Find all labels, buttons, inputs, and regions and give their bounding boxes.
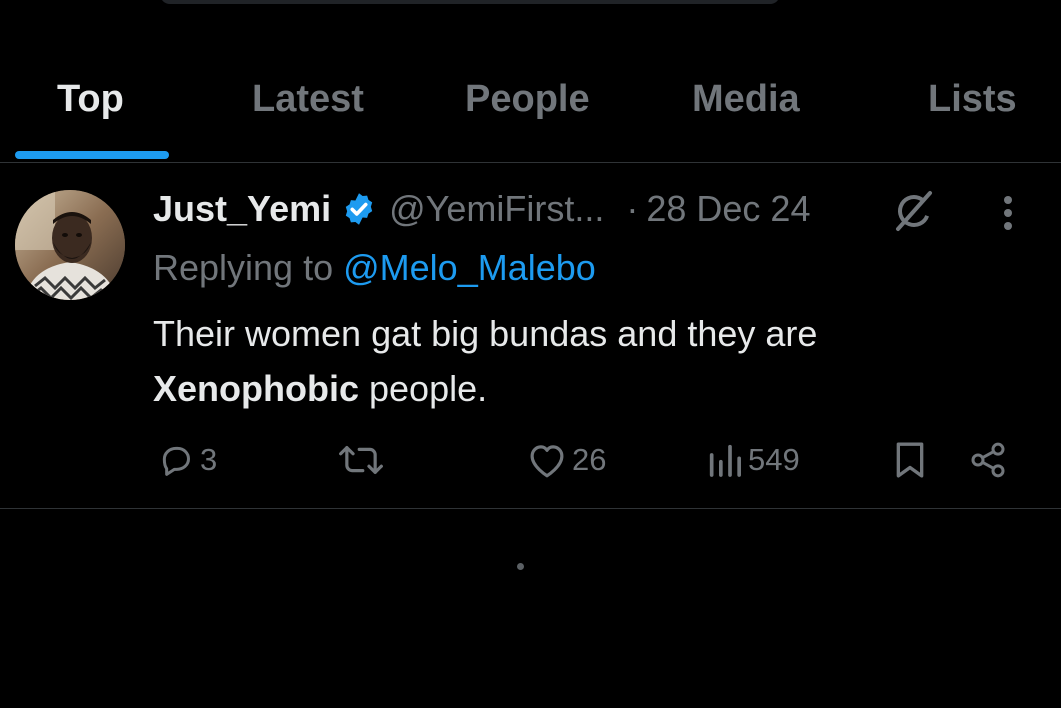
user-handle[interactable]: @YemiFirst... — [389, 188, 604, 230]
tab-media[interactable]: Media — [692, 78, 800, 121]
reply-button[interactable]: 3 — [156, 435, 217, 485]
avatar-image — [15, 190, 125, 300]
reply-icon — [162, 446, 190, 476]
bookmark-icon — [896, 442, 924, 478]
like-count: 26 — [572, 442, 607, 477]
avatar[interactable] — [15, 190, 125, 300]
like-button[interactable]: 26 — [526, 435, 606, 485]
tweet-header: Just_Yemi @YemiFirst... · 28 Dec 24 — [153, 187, 810, 231]
separator-dot: · — [626, 188, 639, 229]
tab-lists[interactable]: Lists — [928, 78, 1017, 121]
repost-icon — [339, 446, 383, 474]
search-tabs: Top Latest People Media Lists — [0, 0, 1061, 163]
tweet-text: Their women gat big bundas and they are X… — [153, 306, 1013, 416]
tab-latest[interactable]: Latest — [252, 78, 364, 121]
share-icon — [971, 442, 1005, 478]
grok-icon[interactable] — [892, 189, 936, 233]
replying-to-line: Replying to @Melo_Malebo — [153, 247, 596, 289]
reply-mention-link[interactable]: @Melo_Malebo — [343, 247, 596, 288]
tab-people[interactable]: People — [465, 78, 590, 121]
views-button[interactable]: 549 — [706, 435, 800, 485]
more-vertical-icon[interactable] — [988, 191, 1028, 235]
tweet-text-bold: Xenophobic — [153, 368, 359, 409]
tweet-text-part2: people. — [359, 368, 488, 409]
active-tab-indicator — [15, 151, 169, 159]
view-count: 549 — [748, 442, 800, 477]
replying-to-label: Replying to — [153, 247, 334, 288]
tweet[interactable]: Just_Yemi @YemiFirst... · 28 Dec 24 Repl… — [0, 163, 1061, 509]
repost-button[interactable] — [338, 435, 388, 485]
verified-badge-icon[interactable] — [341, 191, 377, 227]
tweet-text-part1: Their women gat big bundas and they are — [153, 313, 818, 354]
share-button[interactable] — [968, 435, 1008, 485]
heart-icon — [530, 445, 564, 478]
tweet-date[interactable]: 28 Dec 24 — [646, 188, 810, 230]
views-icon — [709, 444, 741, 477]
bookmark-button[interactable] — [892, 435, 928, 485]
tweet-actions: 3 26 549 — [0, 435, 1061, 485]
loading-dot — [517, 563, 524, 570]
reply-count: 3 — [200, 442, 218, 477]
display-name[interactable]: Just_Yemi — [153, 188, 331, 230]
tab-top[interactable]: Top — [57, 78, 124, 121]
